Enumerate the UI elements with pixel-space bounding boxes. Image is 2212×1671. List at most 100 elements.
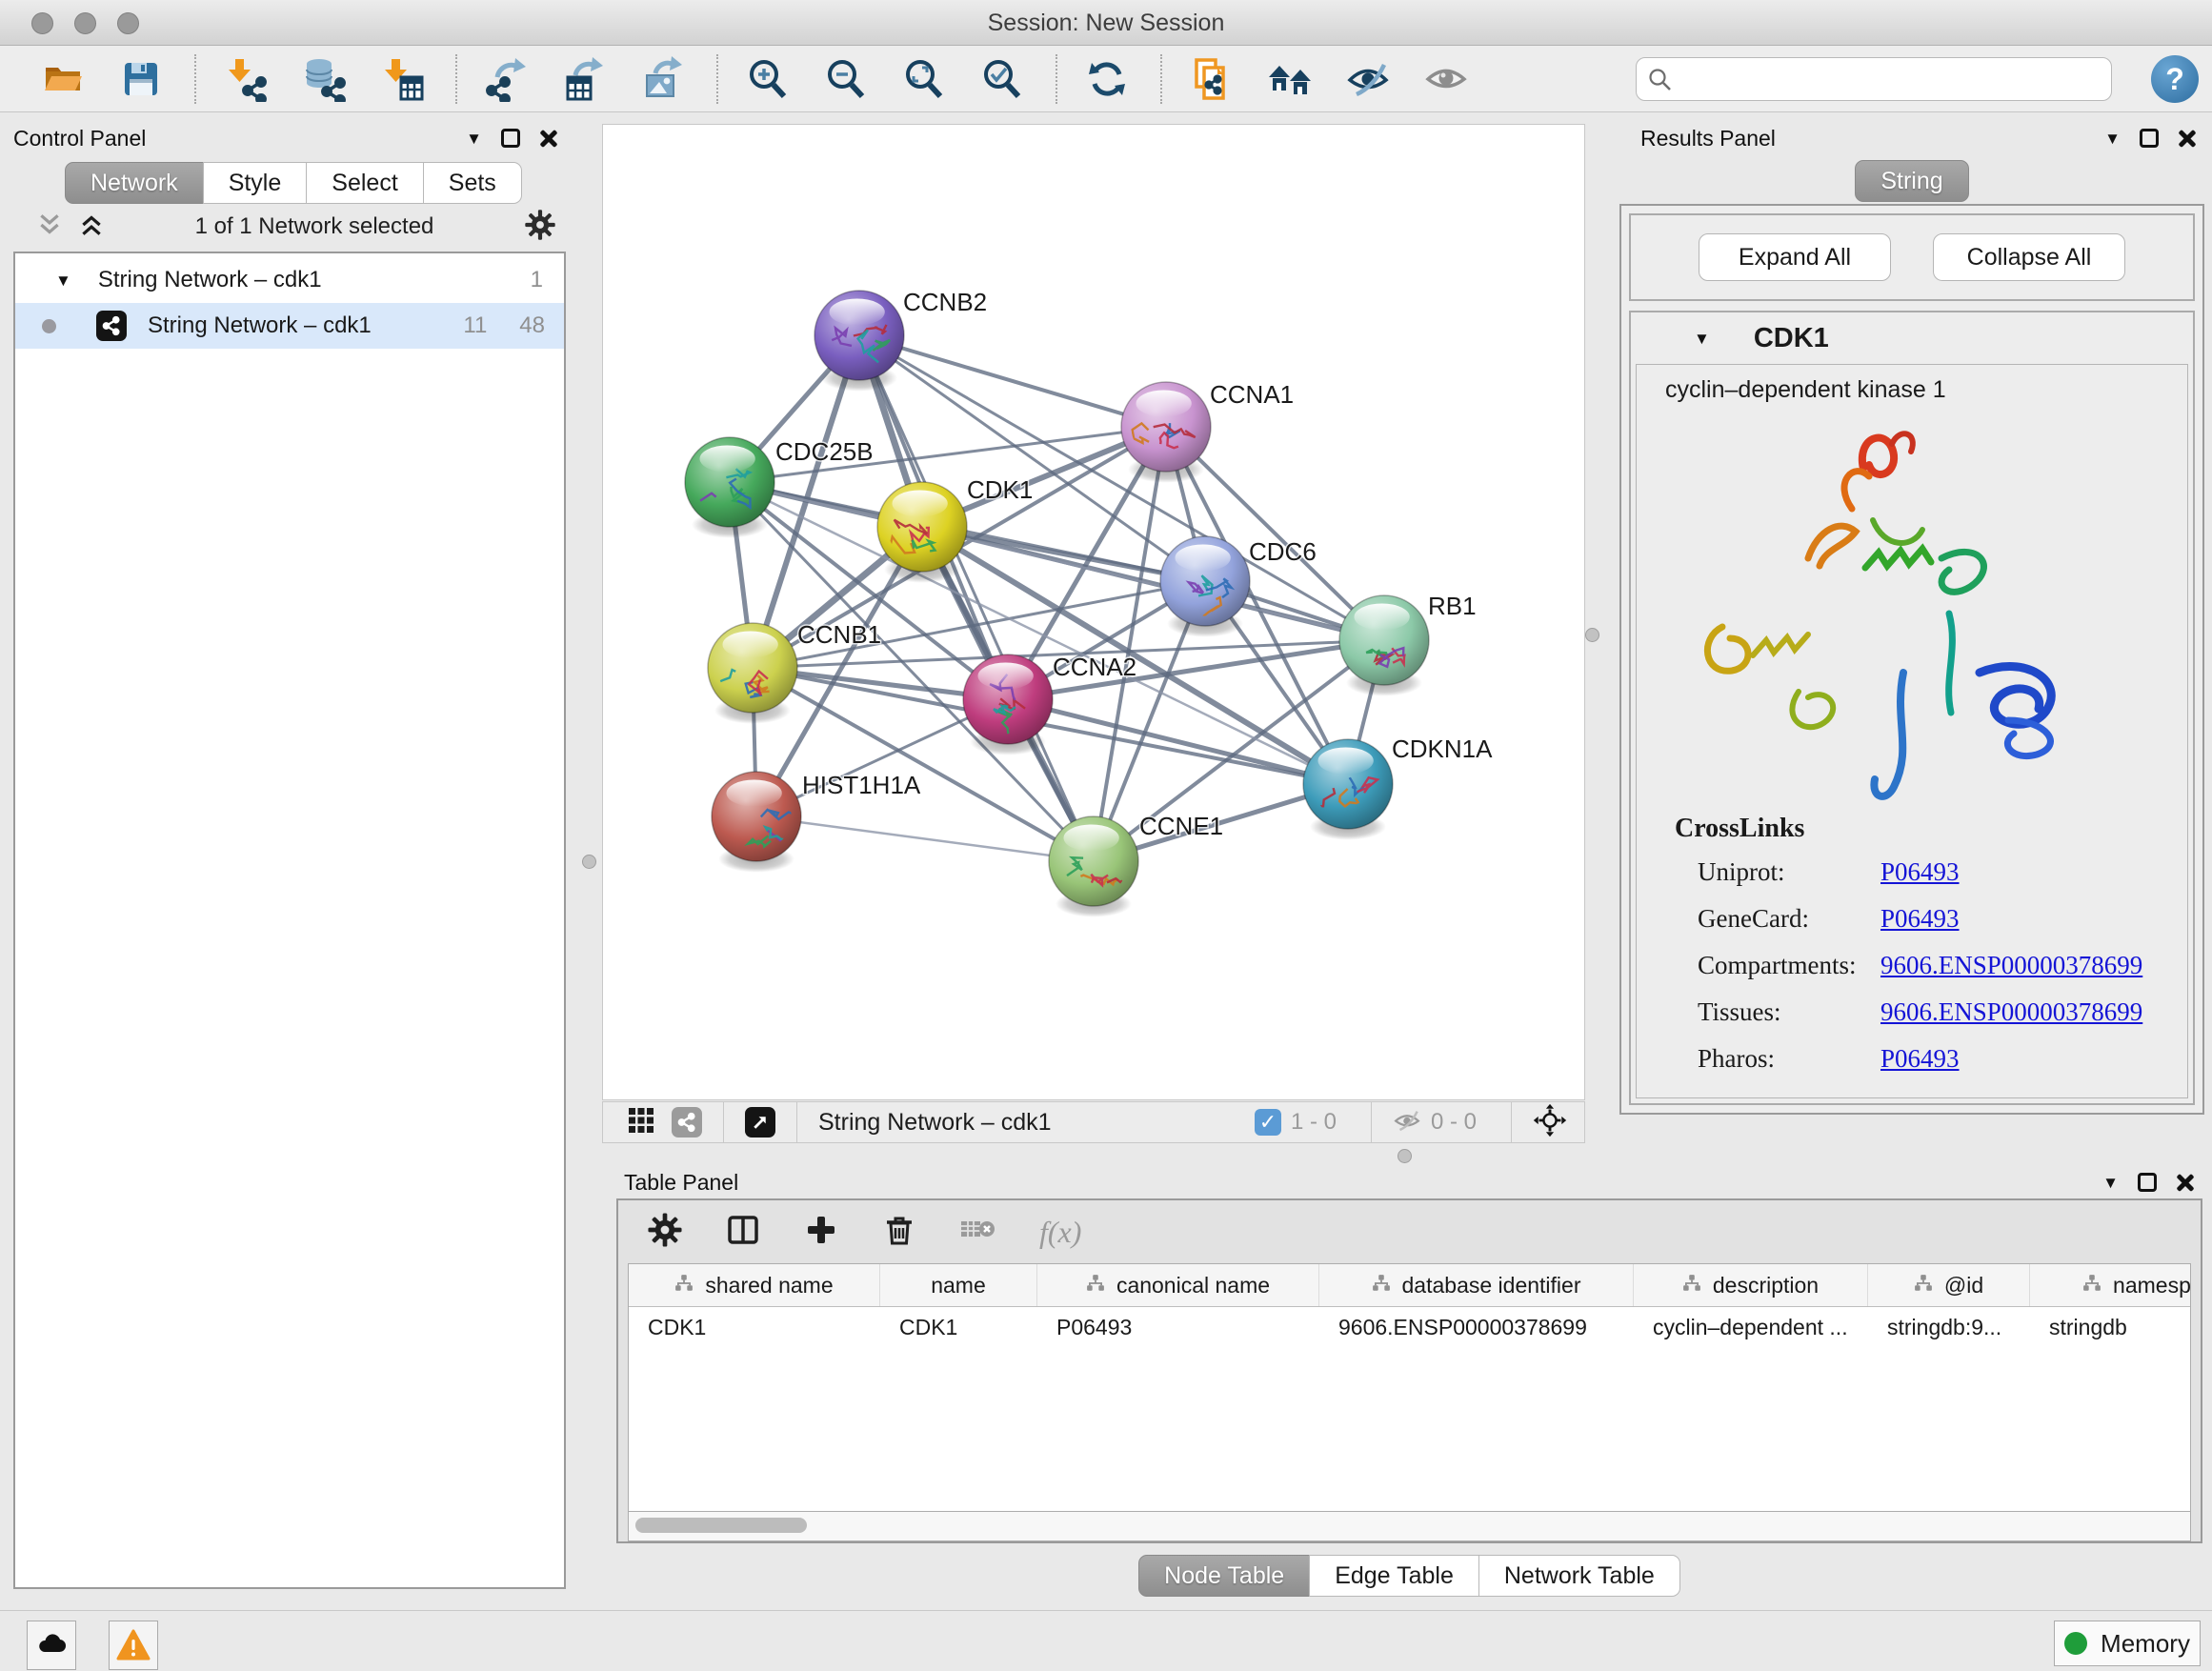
tab-node-table[interactable]: Node Table: [1138, 1555, 1310, 1597]
memory-button[interactable]: Memory: [2054, 1621, 2201, 1666]
network-node-CCNA2[interactable]: [963, 654, 1053, 755]
export-network-icon[interactable]: [482, 54, 532, 104]
pan-crosshair-icon[interactable]: [1533, 1103, 1567, 1142]
tab-sets[interactable]: Sets: [423, 162, 522, 204]
left-splitter-handle[interactable]: [582, 855, 596, 869]
tab-network-table[interactable]: Network Table: [1478, 1555, 1680, 1597]
table-cell[interactable]: cyclin–dependent ...: [1634, 1307, 1868, 1347]
clone-network-icon[interactable]: [1187, 54, 1237, 104]
crosslink-link[interactable]: P06493: [1880, 857, 1960, 887]
panel-close-icon[interactable]: [2176, 1173, 2195, 1192]
panel-collapse-icon[interactable]: ▼: [466, 131, 482, 147]
delete-column-trash-icon[interactable]: [881, 1212, 917, 1253]
string-network-graph[interactable]: CCNB2CCNA1CDC25BCDK1CDC6RB1CCNB1CCNA2CDK…: [603, 125, 1584, 1099]
table-cell[interactable]: P06493: [1037, 1307, 1319, 1347]
network-node-CCNB1[interactable]: [703, 623, 797, 724]
panel-close-icon[interactable]: [2178, 129, 2197, 148]
network-node-CDK1[interactable]: [877, 482, 967, 583]
column-header-namespace[interactable]: namespace: [2030, 1264, 2191, 1306]
zoom-out-icon[interactable]: [821, 54, 871, 104]
table-cell[interactable]: stringdb:9...: [1868, 1307, 2030, 1347]
network-node-CCNA1[interactable]: [1121, 382, 1211, 483]
search-input[interactable]: [1636, 57, 2112, 101]
table-row[interactable]: CDK1CDK1P064939606.ENSP00000378699cyclin…: [629, 1307, 2190, 1347]
tab-edge-table[interactable]: Edge Table: [1309, 1555, 1479, 1597]
panel-float-icon[interactable]: [2140, 129, 2159, 148]
zoom-fit-icon[interactable]: [899, 54, 949, 104]
expand-all-chevron-icon[interactable]: [36, 211, 63, 243]
export-table-icon[interactable]: [560, 54, 610, 104]
gene-section-header[interactable]: ▼ CDK1: [1631, 312, 2193, 364]
crosslinks-title: CrossLinks: [1675, 814, 2187, 844]
tab-style[interactable]: Style: [203, 162, 308, 204]
tree-expand-icon[interactable]: ▼: [55, 272, 71, 289]
bottom-splitter-handle[interactable]: [1398, 1149, 1412, 1163]
cloud-status-button[interactable]: [27, 1621, 76, 1670]
network-node-HIST1H1A[interactable]: [712, 772, 801, 873]
refresh-icon[interactable]: [1082, 54, 1132, 104]
table-horizontal-scrollbar[interactable]: [628, 1512, 2191, 1541]
warning-status-button[interactable]: [109, 1621, 158, 1670]
network-node-CDC25B[interactable]: [685, 437, 774, 538]
panel-collapse-icon[interactable]: ▼: [2102, 1175, 2119, 1191]
zoom-in-icon[interactable]: [743, 54, 793, 104]
import-network-icon[interactable]: [221, 54, 271, 104]
table-gear-icon[interactable]: [647, 1212, 683, 1253]
panel-float-icon[interactable]: [2138, 1173, 2157, 1192]
hide-graphics-eye-slash-icon[interactable]: [1343, 54, 1393, 104]
crosslink-link[interactable]: 9606.ENSP00000378699: [1880, 951, 2142, 980]
network-node-CCNB2[interactable]: [814, 291, 904, 392]
expand-all-button[interactable]: Expand All: [1699, 233, 1891, 281]
add-column-icon[interactable]: [803, 1212, 839, 1253]
network-node-CCNE1[interactable]: [1049, 816, 1138, 917]
scrollbar-thumb[interactable]: [635, 1518, 807, 1533]
column-header-description[interactable]: description: [1634, 1264, 1868, 1306]
table-cell[interactable]: CDK1: [629, 1307, 880, 1347]
crosslink-link[interactable]: P06493: [1880, 904, 1960, 934]
collapse-all-button[interactable]: Collapse All: [1933, 233, 2125, 281]
table-cell[interactable]: 9606.ENSP00000378699: [1319, 1307, 1634, 1347]
tab-string[interactable]: String: [1855, 160, 1968, 202]
panel-collapse-icon[interactable]: ▼: [2104, 131, 2121, 147]
crosslink-link[interactable]: 9606.ENSP00000378699: [1880, 997, 2142, 1027]
gear-icon[interactable]: [524, 209, 556, 246]
export-image-icon[interactable]: [638, 54, 688, 104]
birds-eye-view-icon[interactable]: [1421, 54, 1471, 104]
save-session-icon[interactable]: [116, 54, 166, 104]
help-button[interactable]: ?: [2151, 55, 2199, 103]
right-splitter-handle[interactable]: [1585, 628, 1599, 642]
network-share-icon[interactable]: [672, 1107, 702, 1137]
import-database-icon[interactable]: [299, 54, 349, 104]
show-columns-icon[interactable]: [725, 1212, 761, 1253]
open-session-icon[interactable]: [38, 54, 88, 104]
panel-close-icon[interactable]: [539, 129, 558, 148]
column-header-name[interactable]: name: [880, 1264, 1037, 1306]
network-node-CDKN1A[interactable]: [1302, 739, 1393, 840]
collapse-all-chevron-icon[interactable]: [78, 211, 105, 243]
zoom-selected-icon[interactable]: [977, 54, 1027, 104]
section-collapse-icon[interactable]: ▼: [1694, 331, 1710, 347]
table-cell[interactable]: CDK1: [880, 1307, 1037, 1347]
grid-view-icon[interactable]: [628, 1107, 654, 1138]
panel-float-icon[interactable]: [501, 129, 520, 148]
column-header-canonical-name[interactable]: canonical name: [1037, 1264, 1319, 1306]
column-header-id[interactable]: @id: [1868, 1264, 2030, 1306]
network-row-selected[interactable]: String Network – cdk1 11 48: [15, 303, 564, 349]
network-view-canvas[interactable]: CCNB2CCNA1CDC25BCDK1CDC6RB1CCNB1CCNA2CDK…: [602, 124, 1585, 1100]
string-home-icon[interactable]: [1265, 54, 1315, 104]
open-in-new-window-icon[interactable]: [745, 1107, 775, 1137]
selected-nodes-checkbox[interactable]: ✓: [1255, 1109, 1281, 1136]
column-header-shared-name[interactable]: shared name: [629, 1264, 880, 1306]
tab-network[interactable]: Network: [65, 162, 204, 204]
delete-table-icon: [959, 1214, 997, 1251]
import-table-icon[interactable]: [377, 54, 427, 104]
crosslink-row: Compartments:9606.ENSP00000378699: [1698, 951, 2187, 980]
tab-select[interactable]: Select: [306, 162, 423, 204]
network-node-RB1[interactable]: [1339, 595, 1429, 696]
table-cell[interactable]: stringdb: [2030, 1307, 2191, 1347]
crosslink-link[interactable]: P06493: [1880, 1044, 1960, 1074]
network-collection-row[interactable]: ▼ String Network – cdk1 1: [15, 257, 564, 303]
network-node-CDC6[interactable]: [1160, 536, 1250, 637]
column-header-database-identifier[interactable]: database identifier: [1319, 1264, 1634, 1306]
gene-description: cyclin–dependent kinase 1: [1637, 376, 2187, 404]
